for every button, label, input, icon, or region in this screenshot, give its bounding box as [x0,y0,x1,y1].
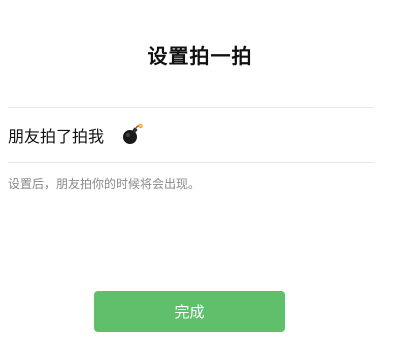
divider-top [8,107,374,108]
hint-text: 设置后，朋友拍你的时候将会出现。 [8,177,201,191]
done-button[interactable]: 完成 [94,291,285,332]
page-title: 设置拍一拍 [147,44,253,68]
bomb-icon [120,123,144,147]
pat-suffix-input[interactable] [120,120,160,150]
pat-prefix-label: 朋友拍了拍我 [8,127,105,146]
pat-setting-row: 朋友拍了拍我 [8,118,160,152]
divider-bottom [8,162,374,163]
